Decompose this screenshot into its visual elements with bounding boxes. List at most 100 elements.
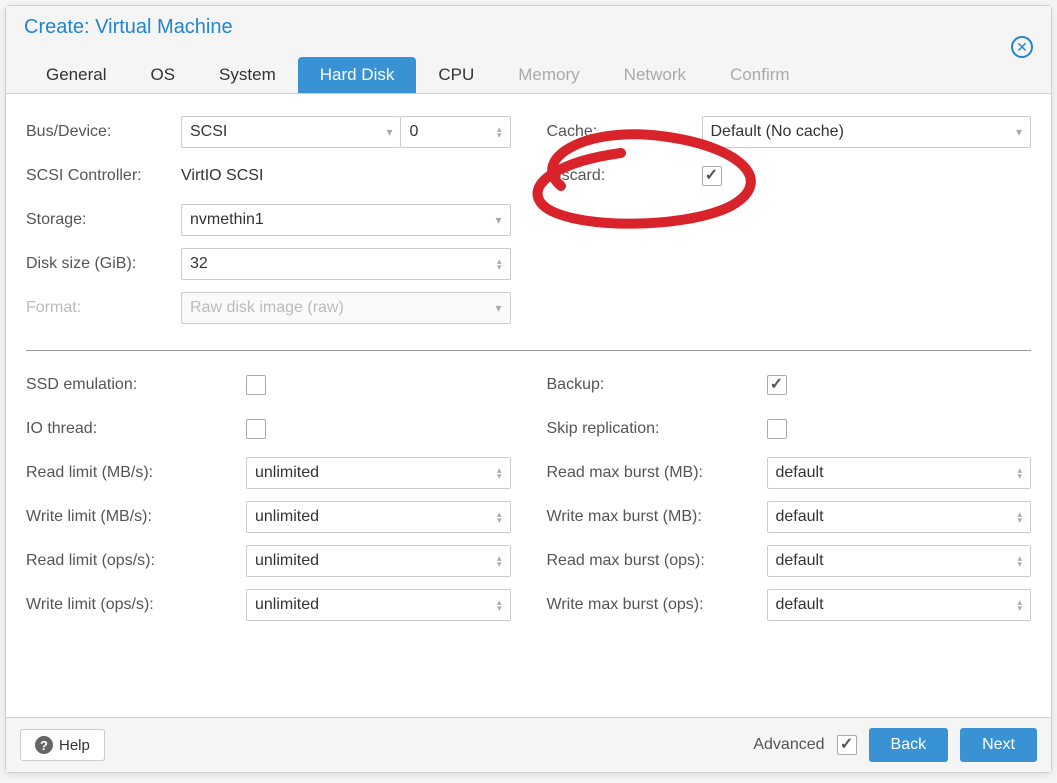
spinner-icon: ▴▾ [497, 555, 502, 568]
create-vm-window: Create: Virtual Machine ✕ GeneralOSSyste… [5, 5, 1052, 773]
spinner-icon: ▴▾ [497, 467, 502, 480]
window-body: Bus/Device: SCSI ▾ 0 ▴▾ SCSI Controller: [6, 94, 1051, 717]
scsi-controller-value: VirtIO SCSI [181, 160, 511, 192]
tab-cpu[interactable]: CPU [416, 57, 496, 93]
discard-row: Discard: [547, 160, 1032, 192]
back-button[interactable]: Back [869, 728, 949, 762]
advanced-checkbox[interactable] [837, 735, 857, 755]
scsi-controller-label: SCSI Controller: [26, 167, 181, 185]
read-limit-mbs-value: unlimited [255, 464, 319, 482]
read-max-burst-ops-value: default [776, 552, 824, 570]
read-max-burst-mb-label: Read max burst (MB): [547, 464, 767, 482]
read-max-burst-ops-label: Read max burst (ops): [547, 552, 767, 570]
footer-right: Advanced Back Next [753, 728, 1037, 762]
bus-select[interactable]: SCSI ▾ [181, 116, 400, 148]
spinner-icon: ▴▾ [497, 126, 502, 139]
tab-hard-disk[interactable]: Hard Disk [298, 57, 417, 93]
write-max-burst-ops-row: Write max burst (ops): default ▴▾ [547, 589, 1032, 621]
chevron-down-icon: ▾ [495, 214, 501, 226]
help-icon: ? [35, 736, 53, 754]
bus-value: SCSI [190, 123, 227, 141]
write-max-burst-mb-value: default [776, 508, 824, 526]
close-icon: ✕ [1016, 39, 1028, 56]
ssd-emulation-checkbox[interactable] [246, 375, 266, 395]
write-max-burst-ops-input[interactable]: default ▴▾ [767, 589, 1032, 621]
discard-label: Discard: [547, 167, 702, 185]
skip-replication-label: Skip replication: [547, 420, 767, 438]
tab-system[interactable]: System [197, 57, 298, 93]
tab-general[interactable]: General [24, 57, 128, 93]
write-limit-mbs-value: unlimited [255, 508, 319, 526]
read-limit-ops-value: unlimited [255, 552, 319, 570]
top-left-column: Bus/Device: SCSI ▾ 0 ▴▾ SCSI Controller: [26, 116, 511, 336]
write-max-burst-mb-input[interactable]: default ▴▾ [767, 501, 1032, 533]
skip-replication-checkbox[interactable] [767, 419, 787, 439]
write-max-burst-mb-row: Write max burst (MB): default ▴▾ [547, 501, 1032, 533]
chevron-down-icon: ▾ [495, 302, 501, 314]
spinner-icon: ▴▾ [1017, 511, 1022, 524]
io-thread-label: IO thread: [26, 420, 246, 438]
ssd-emulation-label: SSD emulation: [26, 376, 246, 394]
read-max-burst-mb-row: Read max burst (MB): default ▴▾ [547, 457, 1032, 489]
format-row: Format: Raw disk image (raw) ▾ [26, 292, 511, 324]
spinner-icon: ▴▾ [497, 511, 502, 524]
write-max-burst-ops-label: Write max burst (ops): [547, 596, 767, 614]
write-limit-ops-value: unlimited [255, 596, 319, 614]
write-limit-ops-row: Write limit (ops/s): unlimited ▴▾ [26, 589, 511, 621]
read-limit-ops-label: Read limit (ops/s): [26, 552, 246, 570]
cache-select[interactable]: Default (No cache) ▾ [702, 116, 1032, 148]
read-limit-mbs-input[interactable]: unlimited ▴▾ [246, 457, 511, 489]
spinner-icon: ▴▾ [1017, 555, 1022, 568]
bottom-section: SSD emulation: IO thread: Read limit (MB… [26, 369, 1031, 633]
write-max-burst-mb-label: Write max burst (MB): [547, 508, 767, 526]
io-thread-checkbox[interactable] [246, 419, 266, 439]
tab-os[interactable]: OS [128, 57, 197, 93]
spinner-icon: ▴▾ [1017, 599, 1022, 612]
cache-value: Default (No cache) [711, 123, 844, 141]
write-limit-mbs-input[interactable]: unlimited ▴▾ [246, 501, 511, 533]
close-button[interactable]: ✕ [1011, 36, 1033, 58]
disk-size-input[interactable]: 32 ▴▾ [181, 248, 511, 280]
format-label: Format: [26, 299, 181, 317]
bus-device-label: Bus/Device: [26, 123, 181, 141]
io-thread-row: IO thread: [26, 413, 511, 445]
chevron-down-icon: ▾ [1016, 126, 1022, 138]
tab-network: Network [602, 57, 708, 93]
disk-size-label: Disk size (GiB): [26, 255, 181, 273]
read-max-burst-ops-row: Read max burst (ops): default ▴▾ [547, 545, 1032, 577]
advanced-label: Advanced [753, 736, 824, 754]
ssd-emulation-row: SSD emulation: [26, 369, 511, 401]
write-limit-mbs-label: Write limit (MB/s): [26, 508, 246, 526]
window-title: Create: Virtual Machine [24, 16, 1033, 39]
chevron-down-icon: ▾ [386, 126, 392, 138]
device-number-input[interactable]: 0 ▴▾ [400, 116, 510, 148]
backup-row: Backup: [547, 369, 1032, 401]
window-header: Create: Virtual Machine ✕ GeneralOSSyste… [6, 6, 1051, 94]
cache-label: Cache: [547, 123, 702, 141]
read-limit-ops-input[interactable]: unlimited ▴▾ [246, 545, 511, 577]
storage-value: nvmethin1 [190, 211, 264, 229]
bottom-left-column: SSD emulation: IO thread: Read limit (MB… [26, 369, 511, 633]
top-section: Bus/Device: SCSI ▾ 0 ▴▾ SCSI Controller: [26, 116, 1031, 336]
tab-confirm: Confirm [708, 57, 812, 93]
divider [26, 350, 1031, 351]
spinner-icon: ▴▾ [1017, 467, 1022, 480]
help-button[interactable]: ? Help [20, 729, 105, 761]
skip-replication-row: Skip replication: [547, 413, 1032, 445]
read-max-burst-mb-value: default [776, 464, 824, 482]
read-max-burst-mb-input[interactable]: default ▴▾ [767, 457, 1032, 489]
backup-checkbox[interactable] [767, 375, 787, 395]
disk-size-row: Disk size (GiB): 32 ▴▾ [26, 248, 511, 280]
window-footer: ? Help Advanced Back Next [6, 717, 1051, 772]
write-limit-mbs-row: Write limit (MB/s): unlimited ▴▾ [26, 501, 511, 533]
read-max-burst-ops-input[interactable]: default ▴▾ [767, 545, 1032, 577]
storage-row: Storage: nvmethin1 ▾ [26, 204, 511, 236]
discard-checkbox[interactable] [702, 166, 722, 186]
spinner-icon: ▴▾ [497, 258, 502, 271]
format-select: Raw disk image (raw) ▾ [181, 292, 511, 324]
write-limit-ops-input[interactable]: unlimited ▴▾ [246, 589, 511, 621]
bottom-right-column: Backup: Skip replication: Read max burst… [547, 369, 1032, 633]
spinner-icon: ▴▾ [497, 599, 502, 612]
storage-select[interactable]: nvmethin1 ▾ [181, 204, 511, 236]
next-button[interactable]: Next [960, 728, 1037, 762]
